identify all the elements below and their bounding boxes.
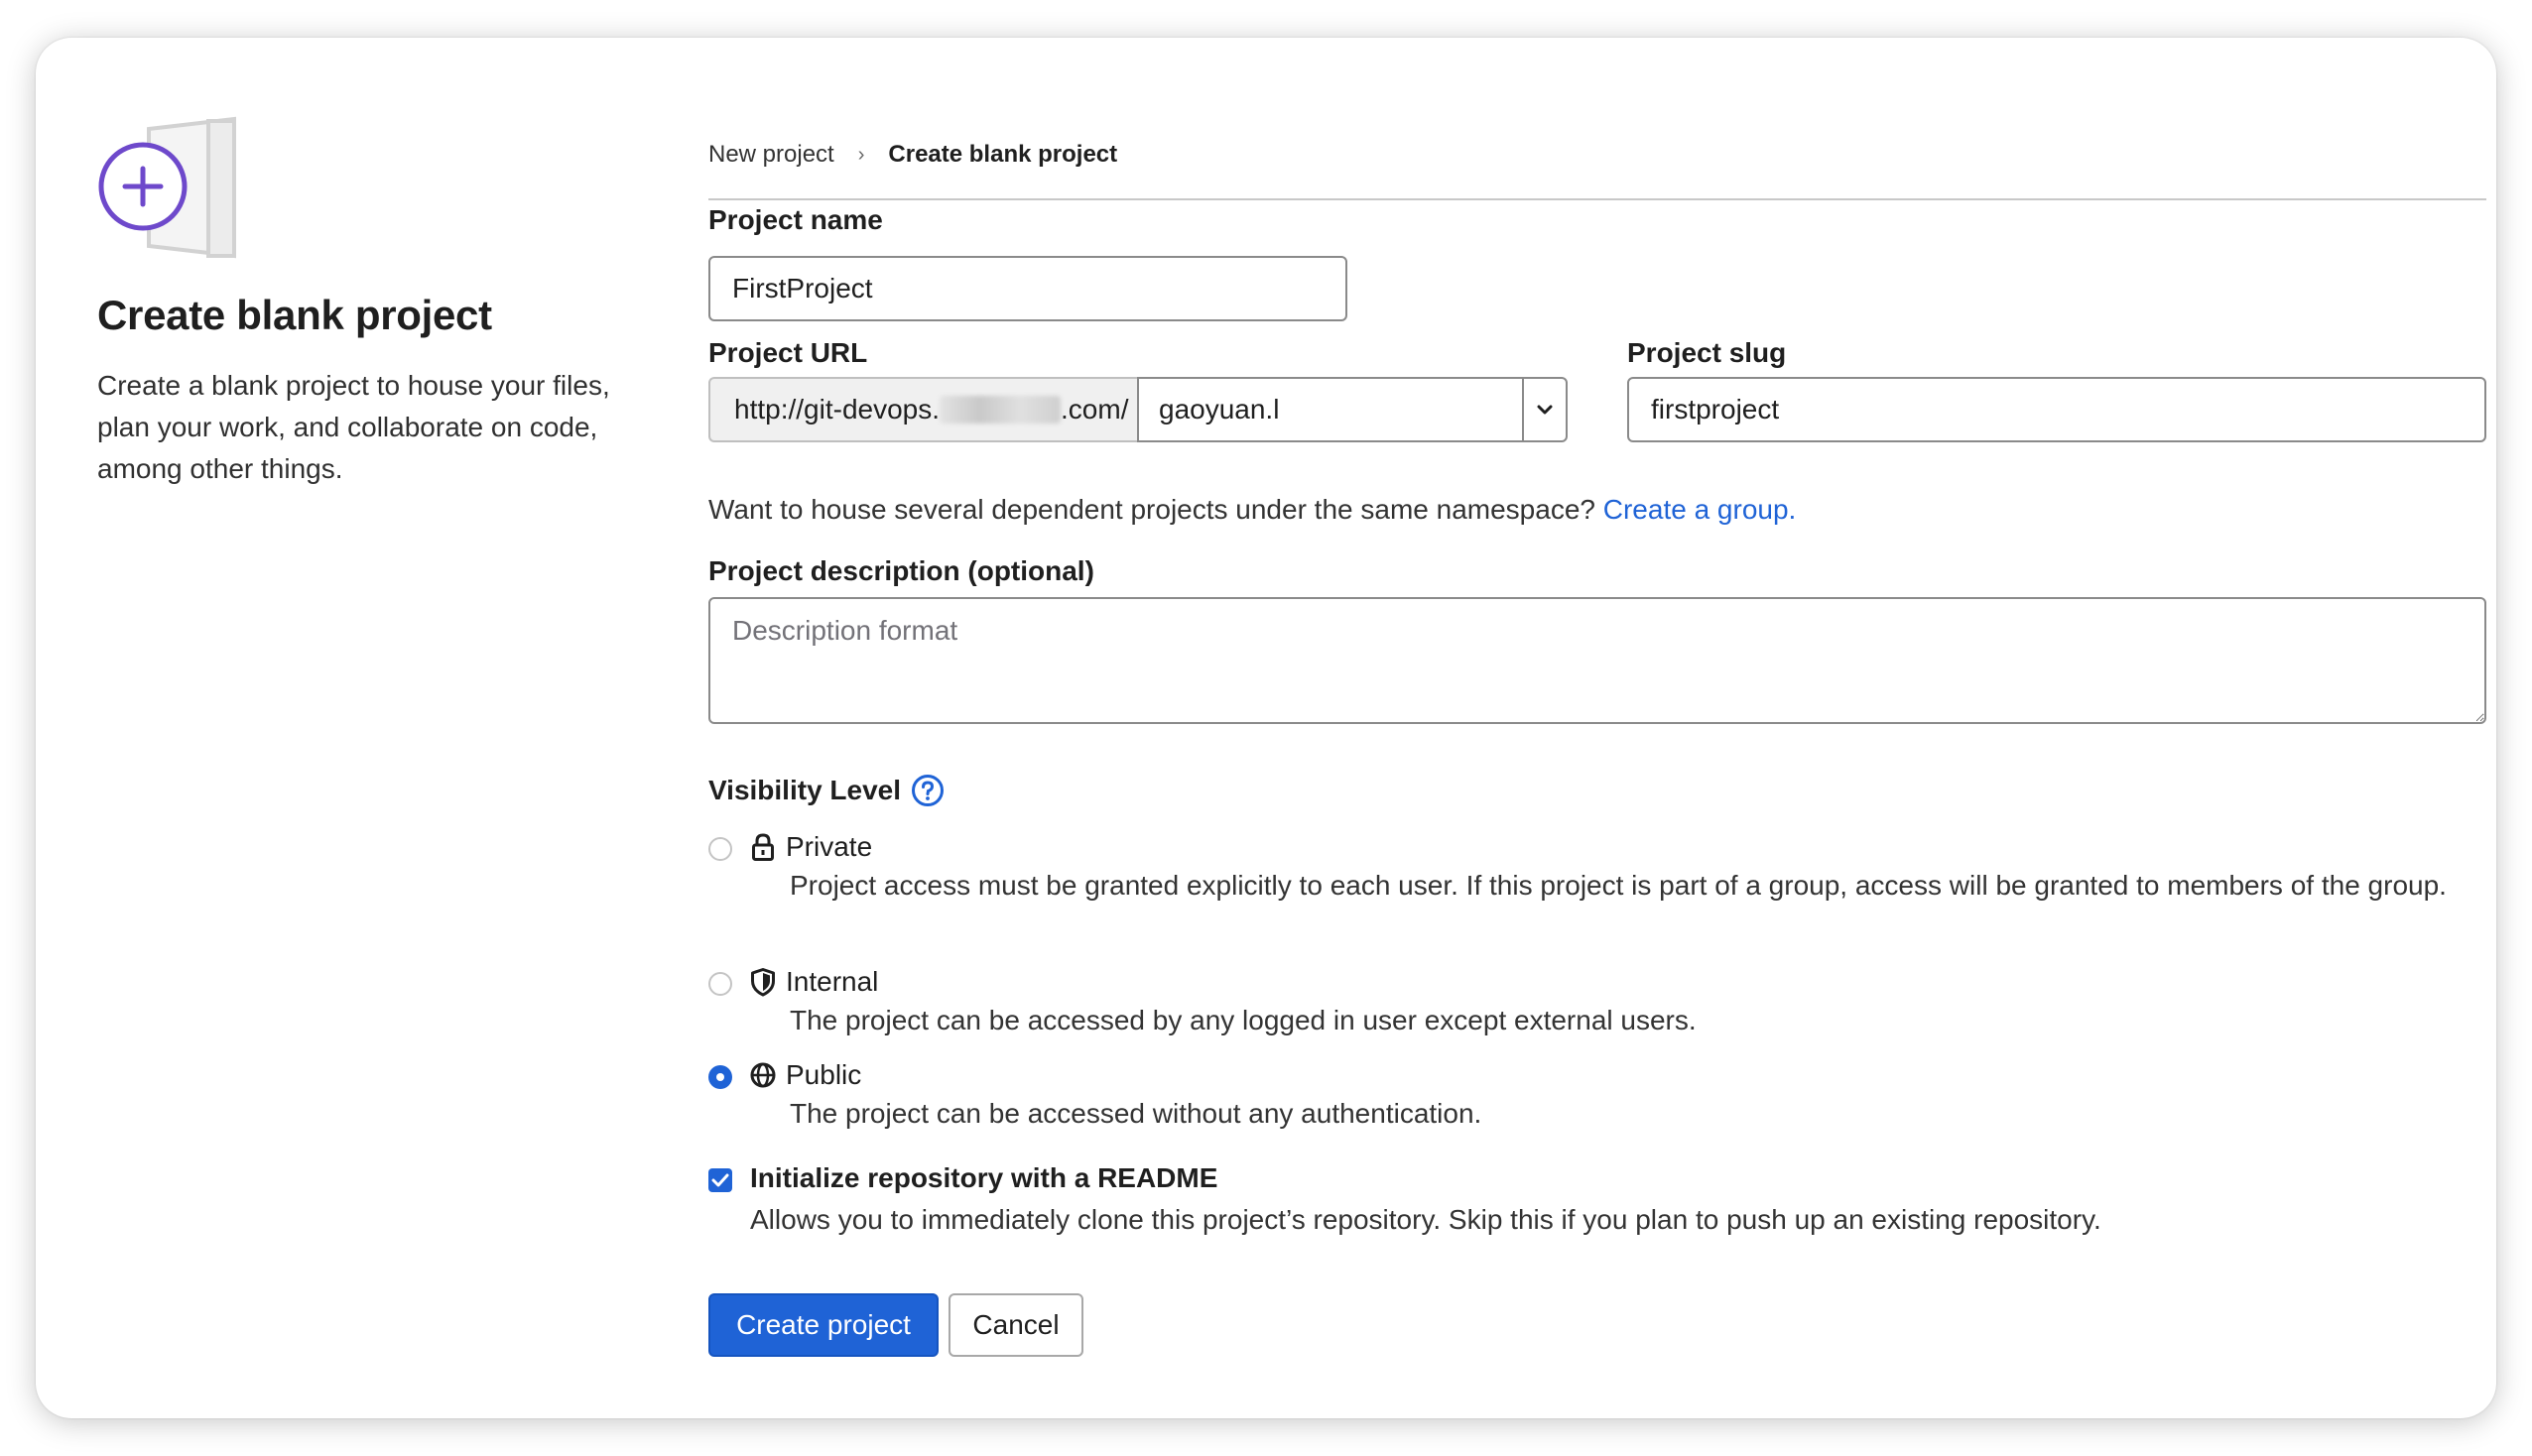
visibility-option-private[interactable]: Private Project access must be granted e…: [708, 829, 2496, 907]
internal-option-title: Internal: [786, 966, 879, 997]
project-description-textarea[interactable]: [708, 597, 2486, 724]
lock-icon: [752, 833, 774, 861]
project-description-label: Project description (optional): [708, 555, 1094, 586]
project-name-label: Project name: [708, 204, 883, 235]
public-radio[interactable]: [708, 1065, 732, 1089]
globe-icon: [750, 1062, 776, 1088]
namespace-help-message: Want to house several dependent projects…: [708, 494, 1595, 525]
visibility-level-text: Visibility Level: [708, 775, 902, 805]
private-radio[interactable]: [708, 837, 732, 861]
question-circle-icon[interactable]: [911, 774, 945, 807]
project-name-input[interactable]: [708, 256, 1347, 321]
internal-option-description: The project can be accessed by any logge…: [790, 1005, 1697, 1035]
breadcrumb-current: Create blank project: [888, 141, 1118, 168]
new-project-illustration: [98, 116, 236, 259]
visibility-option-internal[interactable]: Internal The project can be accessed by …: [708, 964, 2496, 1041]
page-description: Create a blank project to house your fil…: [97, 370, 610, 484]
create-project-button[interactable]: Create project: [708, 1293, 939, 1357]
create-project-window: Create blank project Create a blank proj…: [36, 38, 2496, 1418]
page-heading: Create blank project: [97, 292, 492, 338]
readme-checkbox[interactable]: [708, 1168, 732, 1192]
project-slug-label: Project slug: [1627, 337, 1787, 368]
project-url-prefix: http://git-devops. .com/: [708, 377, 1137, 442]
readme-label: Initialize repository with a README: [750, 1162, 1218, 1193]
private-option-description: Project access must be granted explicitl…: [790, 870, 2447, 901]
create-group-link[interactable]: Create a group.: [1603, 494, 1797, 525]
project-url-group: http://git-devops. .com/ gaoyuan.l: [708, 377, 1568, 442]
visibility-level-label: Visibility Level: [708, 774, 945, 807]
url-prefix-start: http://git-devops.: [734, 394, 941, 425]
readme-option[interactable]: Initialize repository with a README: [708, 1162, 1217, 1194]
url-prefix-end: .com/: [1061, 394, 1129, 425]
private-option-title: Private: [786, 831, 873, 862]
readme-description: Allows you to immediately clone this pro…: [750, 1204, 2101, 1235]
header-divider: [708, 198, 2486, 200]
public-option-description: The project can be accessed without any …: [790, 1098, 1482, 1129]
visibility-option-public[interactable]: Public The project can be accessed witho…: [708, 1057, 2496, 1135]
namespace-value: gaoyuan.l: [1159, 394, 1280, 425]
public-option-title: Public: [786, 1059, 862, 1090]
url-redacted-segment: [940, 396, 1062, 424]
breadcrumb: New project › Create blank project: [708, 137, 2486, 173]
project-slug-input[interactable]: [1627, 377, 2486, 442]
cancel-button[interactable]: Cancel: [949, 1293, 1083, 1357]
shield-icon: [751, 968, 775, 997]
namespace-help-text: Want to house several dependent projects…: [708, 494, 1796, 526]
check-icon: [711, 1173, 729, 1187]
breadcrumb-separator-icon: ›: [857, 143, 865, 166]
chevron-down-icon[interactable]: [1522, 379, 1566, 440]
namespace-select[interactable]: gaoyuan.l: [1137, 377, 1568, 442]
project-url-label: Project URL: [708, 337, 868, 368]
breadcrumb-new-project[interactable]: New project: [708, 141, 834, 169]
internal-radio[interactable]: [708, 972, 732, 996]
